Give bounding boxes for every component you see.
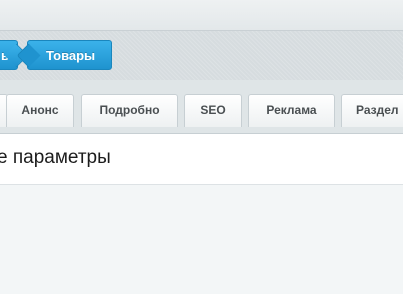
top-bar xyxy=(0,0,403,30)
tab-advertising[interactable]: Реклама xyxy=(248,94,335,127)
breadcrumb-item-label: ь xyxy=(1,48,9,63)
tab-label: Подробно xyxy=(99,103,160,117)
breadcrumb-item-products[interactable]: Товары xyxy=(27,40,112,70)
breadcrumb: ь Товары xyxy=(0,30,403,81)
tab-label: Реклама xyxy=(266,103,317,117)
breadcrumb-item-prev[interactable]: ь xyxy=(0,40,18,70)
tab-label: Анонс xyxy=(21,103,59,117)
tab-label: SEO xyxy=(200,103,226,117)
section-title: е параметры xyxy=(0,147,111,168)
tab-details[interactable]: Подробно xyxy=(81,94,178,127)
breadcrumb-item-label: Товары xyxy=(46,48,96,63)
tab-bar: Анонс Подробно SEO Реклама Раздел xyxy=(0,80,403,133)
tab-label: Раздел xyxy=(356,103,399,117)
tab-sections[interactable]: Раздел xyxy=(341,94,403,127)
tab-seo[interactable]: SEO xyxy=(184,94,242,127)
tab-announce[interactable]: Анонс xyxy=(6,94,74,127)
section-header: е параметры xyxy=(0,133,403,185)
content-area xyxy=(0,185,403,294)
